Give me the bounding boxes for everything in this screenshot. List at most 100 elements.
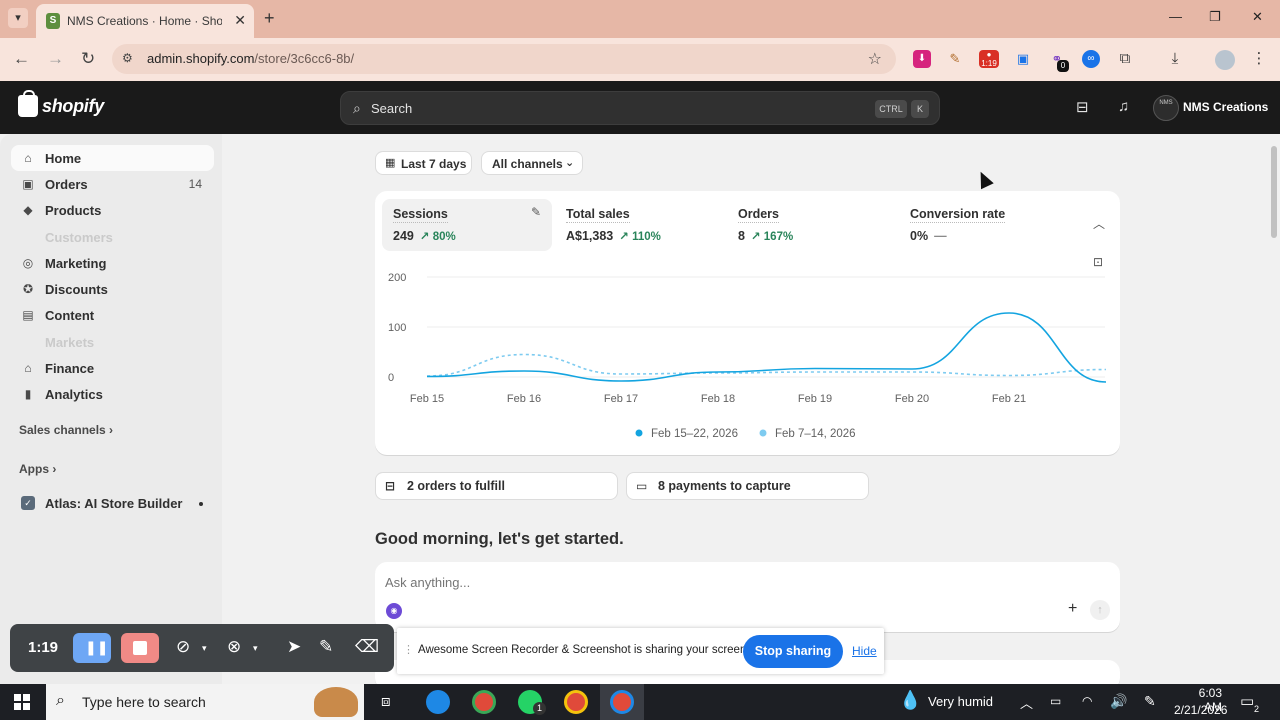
profile-avatar[interactable]: [1215, 50, 1235, 70]
notification-icon[interactable]: ▭: [1240, 692, 1254, 710]
sidebar-item-analytics[interactable]: ▮ Analytics: [11, 381, 214, 407]
search-placeholder: Search: [371, 101, 413, 116]
sidebar-item-customers[interactable]: Customers: [11, 224, 214, 250]
volume-icon[interactable]: 🔊: [1110, 693, 1127, 710]
payments-to-capture-button[interactable]: ▭ 8 payments to capture: [626, 472, 869, 500]
back-arrow-icon[interactable]: ←: [13, 49, 30, 69]
browser-menu-icon[interactable]: ⋮: [1250, 50, 1268, 68]
inbox-icon[interactable]: ⊟: [1076, 98, 1089, 116]
sidebar-item-home[interactable]: ⌂ Home: [11, 145, 214, 171]
chevron-down-icon[interactable]: ▾: [253, 643, 258, 654]
shopify-favicon-icon: S: [46, 13, 60, 29]
edit-pencil-icon[interactable]: ✎: [531, 205, 541, 219]
browser-tab-active[interactable]: S NMS Creations · Home · Shopify ✕: [36, 4, 254, 38]
channels-dropdown[interactable]: All channels ⌄: [481, 151, 583, 175]
store-name[interactable]: NMS Creations: [1183, 100, 1268, 114]
url-host: admin.shopify.com: [147, 51, 255, 66]
tab-close-icon[interactable]: ✕: [234, 12, 246, 29]
bell-icon[interactable]: ♫: [1118, 98, 1129, 115]
store-avatar[interactable]: NMS: [1153, 95, 1179, 121]
extensions-puzzle-icon[interactable]: ⧉: [1116, 50, 1134, 68]
metric-tab-sessions[interactable]: Sessions 249 ↗ 80%: [382, 199, 552, 251]
scrollbar-thumb[interactable]: [1271, 146, 1277, 238]
sidebar-item-marketing[interactable]: ◎ Marketing: [11, 250, 214, 276]
drag-handle-icon[interactable]: ⋮: [403, 643, 414, 656]
orders-to-fulfill-button[interactable]: ⊟ 2 orders to fulfill: [375, 472, 618, 500]
metric-tab-orders[interactable]: Orders 8 ↗ 167%: [727, 199, 897, 251]
tab-search-chevron-icon[interactable]: ▾: [8, 8, 28, 28]
pen-icon[interactable]: ✎: [319, 637, 333, 657]
sidebar-item-orders[interactable]: ▣ Orders 14: [11, 171, 214, 197]
cursor-icon[interactable]: ➤: [287, 637, 301, 657]
sidebar-item-content[interactable]: ▤ Content: [11, 302, 214, 328]
tray-app-icon[interactable]: ▭: [1050, 694, 1061, 708]
sidebar-item-label: Atlas: AI Store Builder: [45, 496, 183, 511]
shopify-bag-icon[interactable]: [18, 90, 38, 117]
site-info-icon[interactable]: ⚙: [122, 51, 133, 65]
weather-text[interactable]: Very humid: [928, 694, 993, 709]
recorder-extension-icon[interactable]: ● 1:19: [979, 50, 999, 68]
window-close-icon[interactable]: ✕: [1252, 9, 1263, 25]
minimize-icon[interactable]: —: [1169, 9, 1182, 24]
download-extension-icon[interactable]: ⬇: [913, 50, 931, 68]
y-tick-label: 0: [388, 372, 394, 384]
taskbar-search-placeholder: Type here to search: [82, 694, 206, 710]
forward-arrow-icon[interactable]: →: [47, 49, 64, 69]
pause-button[interactable]: ❚❚: [73, 633, 111, 663]
edge-icon[interactable]: [426, 690, 450, 714]
pen-extension-icon[interactable]: ✎: [946, 50, 964, 68]
shopify-logo[interactable]: shopify: [42, 96, 104, 117]
recorder-toolbar: 1:19 ❚❚ ⊘ ▾ ⊗ ▾ ➤ ✎ ⌫: [10, 624, 394, 672]
bar-chart-icon: ▮: [24, 387, 32, 401]
sidebar-item-discounts[interactable]: ✪ Discounts: [11, 276, 214, 302]
sidebar-item-finance[interactable]: ⌂ Finance: [11, 355, 214, 381]
task-view-icon[interactable]: ⧈: [381, 693, 391, 710]
apps-heading[interactable]: Apps ›: [19, 462, 56, 476]
sidebar-item-products[interactable]: ◆ Products: [11, 197, 214, 223]
sidebar-item-markets[interactable]: Markets: [11, 329, 214, 355]
sales-channels-heading[interactable]: Sales channels ›: [19, 423, 113, 437]
windows-start-icon[interactable]: [14, 694, 30, 710]
eraser-icon[interactable]: ⌫: [355, 637, 379, 657]
hide-link[interactable]: Hide: [852, 644, 877, 658]
reload-icon[interactable]: ↻: [81, 49, 95, 69]
collapse-chevron-icon[interactable]: ︿: [1093, 215, 1105, 232]
taskbar-search[interactable]: ⌕ Type here to search: [46, 684, 364, 720]
x-tick-label: Feb 15: [410, 393, 444, 405]
y-tick-label: 100: [388, 322, 406, 334]
address-bar[interactable]: ⚙ admin.shopify.com/store/3c6cc6-8b/ ☆: [112, 44, 896, 74]
metric-value-row: 249 ↗ 80%: [393, 229, 456, 243]
bookmark-star-icon[interactable]: ☆: [868, 49, 882, 69]
ask-input[interactable]: [385, 572, 985, 592]
mic-off-icon[interactable]: ⊗: [227, 637, 241, 657]
tray-chevron-icon[interactable]: ︿: [1020, 693, 1033, 712]
url-text[interactable]: admin.shopify.com/store/3c6cc6-8b/: [147, 51, 354, 66]
sidebar-item-label: Home: [45, 151, 82, 166]
clock-date[interactable]: 2/21/2026: [1174, 703, 1227, 717]
chrome-icon[interactable]: [472, 690, 496, 714]
restore-icon[interactable]: ❐: [1209, 9, 1221, 25]
date-range-button[interactable]: ▦ Last 7 days: [375, 151, 472, 175]
scrollbar[interactable]: [1268, 134, 1280, 684]
chat-extension-icon[interactable]: ∞: [1082, 50, 1100, 68]
metric-tab-conversion-rate[interactable]: Conversion rate 0% —: [899, 199, 1069, 251]
new-tab-plus-icon[interactable]: +: [264, 8, 275, 28]
downloads-icon[interactable]: ⤓: [1166, 50, 1184, 68]
chrome-active-icon[interactable]: [610, 690, 634, 714]
stop-square-icon: [133, 641, 147, 655]
chevron-down-icon[interactable]: ▾: [202, 643, 207, 654]
stop-sharing-button[interactable]: Stop sharing: [743, 635, 843, 668]
send-icon[interactable]: ↑: [1090, 600, 1110, 620]
network-icon[interactable]: ◠: [1082, 694, 1092, 708]
pen-tray-icon[interactable]: ✎: [1144, 693, 1156, 710]
metric-tab-total-sales[interactable]: Total sales A$1,383 ↗ 110%: [555, 199, 725, 251]
screen-extension-icon[interactable]: ▣: [1014, 50, 1032, 68]
camera-off-icon[interactable]: ⊘: [176, 637, 190, 657]
global-search-input[interactable]: ⌕ Search CTRL K: [340, 91, 940, 125]
chrome-profile-icon[interactable]: [564, 690, 588, 714]
metric-change: ↗ 80%: [419, 231, 456, 243]
kbd-ctrl: CTRL: [875, 100, 907, 118]
add-attachment-icon[interactable]: +: [1068, 600, 1077, 618]
sidebar-item-atlas[interactable]: ✓ Atlas: AI Store Builder: [11, 490, 214, 516]
stop-record-button[interactable]: [121, 633, 159, 663]
